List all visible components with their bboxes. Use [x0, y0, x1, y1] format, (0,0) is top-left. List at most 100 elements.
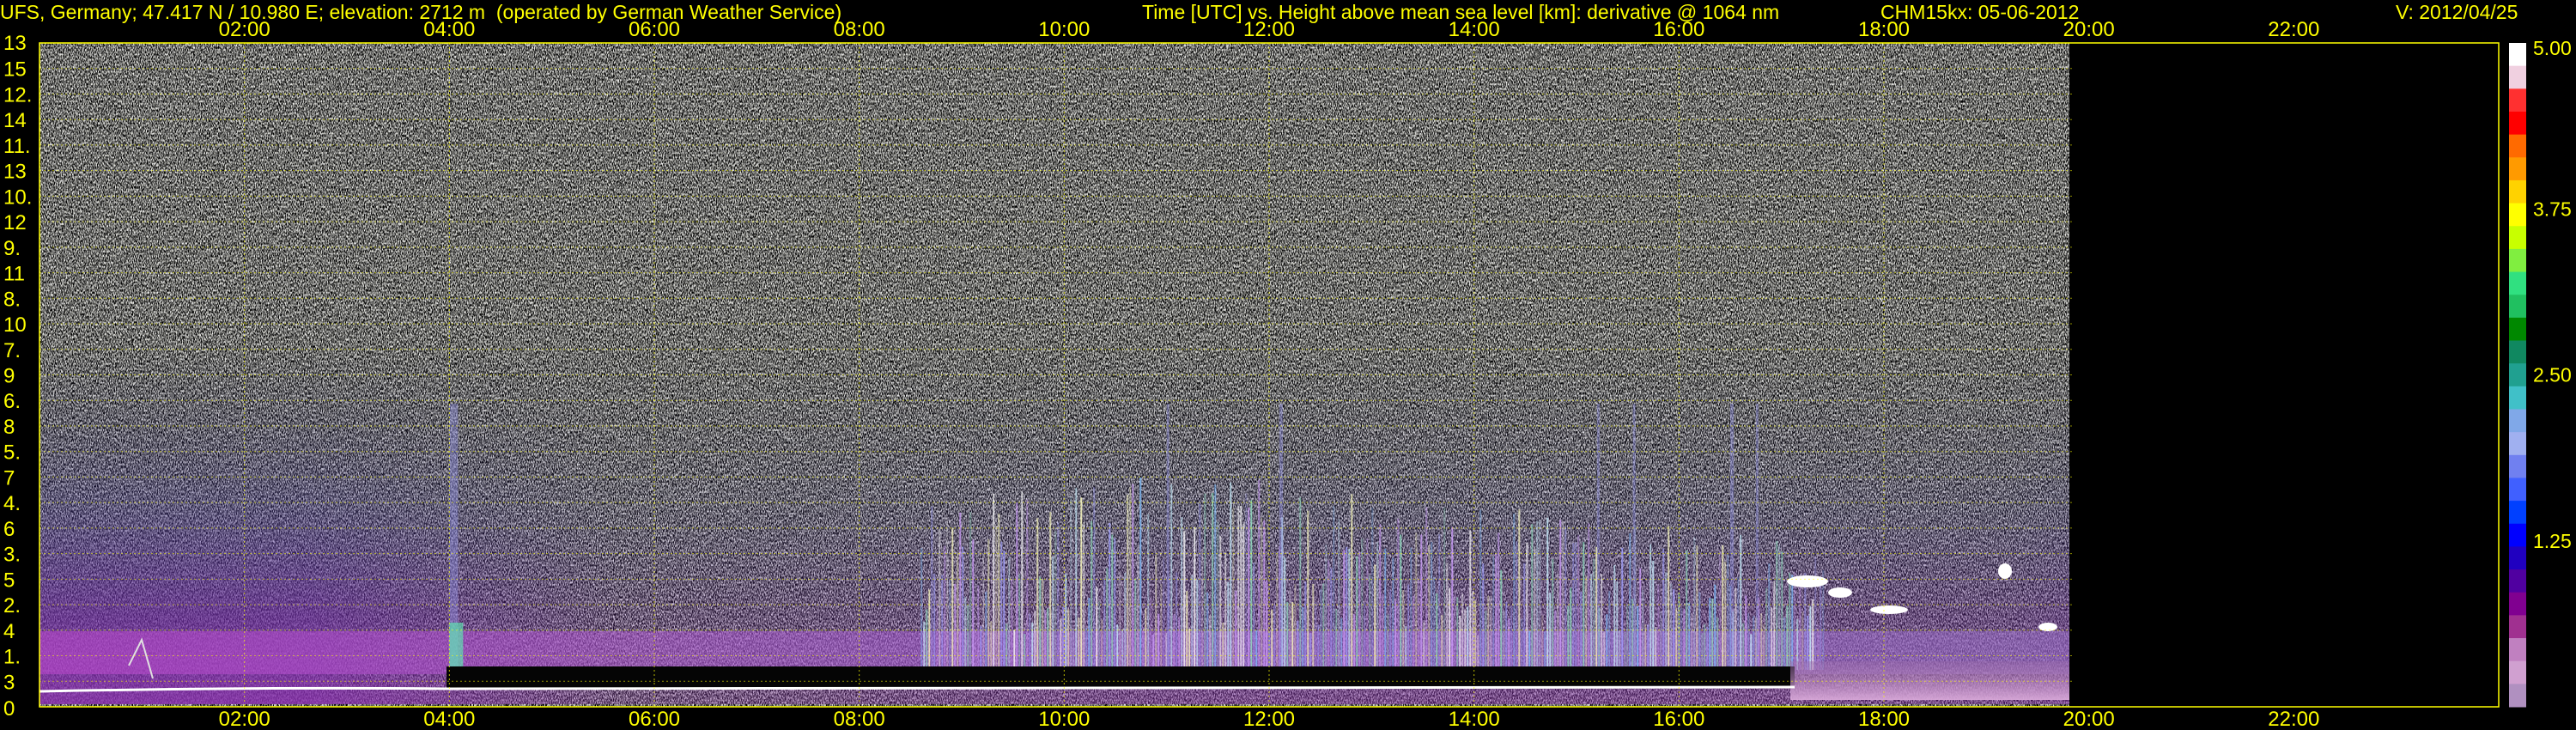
signal-streak [1740, 534, 1742, 670]
signal-streak [1616, 581, 1619, 670]
signal-streak [1369, 575, 1371, 670]
signal-streak [449, 623, 464, 670]
pink-evening-base [1790, 661, 2069, 700]
signal-streak [1116, 624, 1119, 670]
signal-streak [1261, 517, 1263, 670]
signal-streak [1098, 600, 1101, 670]
signal-streak [1196, 579, 1199, 670]
signal-streak [1518, 509, 1521, 670]
x-tick-label: 12:00 [1243, 18, 1295, 41]
signal-streak [998, 513, 1000, 670]
signal-streak [1583, 542, 1585, 670]
signal-streak [1335, 608, 1338, 670]
signal-streak [1134, 578, 1137, 670]
signal-streak [1250, 500, 1253, 670]
signal-streak [1052, 557, 1054, 670]
x-tick-label: 14:00 [1449, 18, 1500, 41]
tall-signal-streak [1166, 404, 1170, 678]
signal-streak [1794, 571, 1796, 670]
signal-streak [1070, 496, 1072, 670]
signal-streak [1289, 587, 1291, 670]
y-tick-label: 2. [3, 594, 21, 617]
signal-streak [1163, 558, 1165, 670]
signal-streak [1227, 581, 1230, 670]
colorbar-swatch [2509, 295, 2526, 319]
signal-streak [1719, 549, 1722, 670]
signal-streak [1446, 563, 1449, 670]
signal-streak [1327, 560, 1330, 670]
x-axis-bottom: 02:00 04:00 06:00 08:00 10:00 12:00 14:00 16:00… [219, 708, 2320, 730]
x-tick-label: 10:00 [1038, 708, 1090, 730]
y-tick-label: 13 [3, 32, 27, 55]
colorbar-swatch [2509, 684, 2526, 708]
colorbar-swatch [2509, 592, 2526, 616]
colorbar-tick-label: 3.75 [2533, 198, 2572, 220]
signal-streak [1371, 508, 1374, 670]
signal-streak [1155, 554, 1157, 670]
signal-streak [1461, 593, 1464, 670]
signal-streak [1554, 610, 1557, 670]
signal-streak [1809, 605, 1812, 670]
signal-streak [1500, 569, 1503, 670]
tall-signal-streak [1730, 404, 1734, 678]
signal-streak [1397, 518, 1400, 670]
signal-streak [1577, 535, 1580, 670]
signal-streak [1093, 487, 1096, 670]
signal-streak [1405, 625, 1407, 670]
y-tick-label: 1. [3, 646, 21, 669]
signal-streak [1057, 522, 1060, 670]
signal-streak [1096, 587, 1098, 670]
signal-streak [1008, 557, 1011, 670]
signal-streak [1178, 617, 1181, 670]
signal-streak [1284, 557, 1286, 670]
colorbar-swatch [2509, 134, 2526, 158]
signal-streak [1317, 624, 1320, 670]
signal-streak [1047, 608, 1049, 670]
signal-streak [1637, 606, 1639, 670]
signal-streak [1224, 552, 1227, 670]
signal-streak [1402, 589, 1405, 670]
signal-streak [936, 600, 939, 670]
dark-surface-band [447, 666, 1795, 688]
signal-streak [1036, 518, 1039, 670]
signal-streak [1389, 589, 1392, 670]
signal-streak [1132, 484, 1134, 670]
signal-streak [1085, 627, 1088, 670]
signal-streak [1176, 572, 1178, 670]
signal-streak [1686, 550, 1688, 670]
signal-streak [1088, 598, 1091, 670]
signal-streak [1413, 595, 1415, 670]
signal-streak [1387, 614, 1389, 670]
x-tick-label: 06:00 [629, 18, 680, 41]
signal-streak [1078, 617, 1080, 670]
signal-streak [1382, 593, 1384, 670]
colorbar-swatch [2509, 43, 2526, 67]
colorbar-swatch [2509, 523, 2526, 547]
signal-streak [1505, 602, 1508, 670]
signal-streak [1333, 506, 1335, 670]
signal-streak [1121, 629, 1124, 670]
signal-streak [946, 520, 949, 670]
signal-streak [1753, 616, 1755, 670]
signal-streak [1546, 517, 1549, 670]
signal-streak [1570, 587, 1572, 670]
signal-streak [1559, 520, 1562, 670]
signal-streak [1214, 484, 1217, 670]
y-tick-label: 6 [3, 518, 15, 541]
signal-streak [1737, 576, 1740, 670]
signal-streak [1433, 576, 1436, 670]
x-axis-top: 02:00 04:00 06:00 08:00 10:00 12:00 14:00 16:00… [219, 18, 2320, 41]
signal-streak [993, 494, 995, 670]
signal-streak [1562, 521, 1564, 670]
signal-streak [1588, 523, 1590, 670]
signal-streak [1114, 538, 1116, 670]
signal-streak [1683, 609, 1686, 670]
colorbar-swatch [2509, 638, 2526, 662]
signal-streak [1438, 533, 1441, 670]
signal-streak [1217, 521, 1219, 670]
signal-streak [920, 548, 923, 670]
signal-streak [1472, 591, 1474, 670]
cloud-patch [1870, 605, 1908, 614]
signal-streak [944, 545, 946, 670]
signal-streak [1626, 605, 1629, 670]
